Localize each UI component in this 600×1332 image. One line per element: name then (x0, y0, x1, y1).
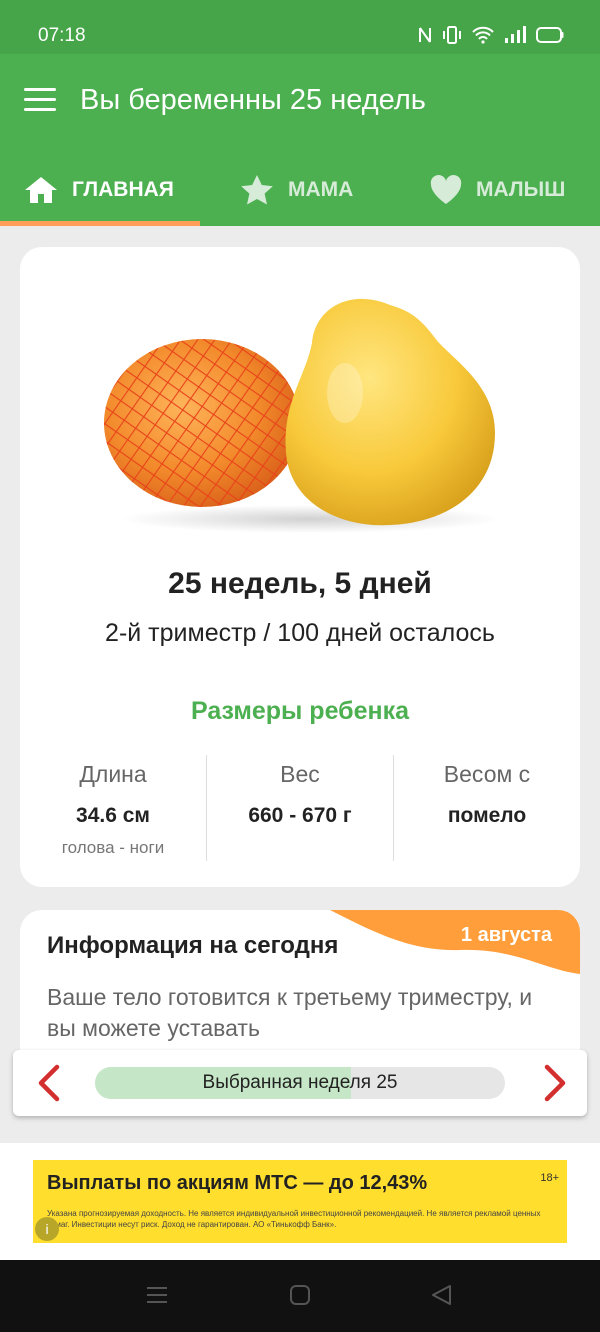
heart-icon (430, 175, 462, 205)
length-stat: Длина 34.6 см голова - ноги (20, 755, 206, 861)
daily-info-card[interactable]: 1 августа Информация на сегодня Ваше тел… (20, 910, 580, 1050)
battery-icon (536, 26, 564, 49)
baby-size-stats: Длина 34.6 см голова - ноги Вес 660 - 67… (20, 755, 580, 861)
tab-mom[interactable]: МАМА (240, 154, 353, 226)
baby-sizes-title: Размеры ребенка (190, 697, 410, 725)
pomelo-image (100, 283, 520, 533)
tab-bar: ГЛАВНАЯ МАМА МАЛЫШ (0, 154, 600, 226)
star-icon (240, 174, 274, 206)
length-note: голова - ноги (61, 838, 165, 857)
ad-banner[interactable]: Выплаты по акциям МТС — до 12,43% 18+ Ук… (33, 1160, 567, 1243)
home-icon (24, 175, 58, 205)
recent-apps-icon[interactable] (146, 1284, 168, 1311)
tab-baby[interactable]: МАЛЫШ (430, 154, 565, 226)
status-time: 07:18 (38, 25, 86, 46)
date-label: 1 августа (460, 924, 552, 946)
ad-headline: Выплаты по акциям МТС — до 12,43% (47, 1172, 428, 1194)
page-title: Вы беременны 25 недель (80, 84, 426, 116)
weight-label: Вес (280, 761, 320, 787)
ad-fine-print: Указана прогнозируемая доходность. Не яв… (47, 1209, 541, 1229)
ad-banner-area: Выплаты по акциям МТС — до 12,43% 18+ Ук… (0, 1143, 600, 1260)
tab-label: ГЛАВНАЯ (72, 178, 174, 201)
weight-value: 660 - 670 г (248, 804, 352, 827)
tab-label: МАЛЫШ (476, 178, 566, 201)
status-bar: 07:18 (0, 0, 600, 54)
weight-stat: Вес 660 - 670 г (207, 755, 393, 861)
menu-icon[interactable] (24, 88, 56, 112)
info-text: Ваше тело готовится к третьему триместру… (47, 984, 533, 1041)
week-selector: Выбранная неделя 25 (13, 1050, 587, 1116)
selected-week-label: Выбранная неделя 25 (202, 1072, 398, 1093)
home-button-icon[interactable] (289, 1284, 311, 1311)
signal-icon (504, 26, 526, 49)
size-compare-value: помело (447, 804, 527, 827)
info-heading: Информация на сегодня (47, 932, 339, 959)
length-label: Длина (79, 761, 147, 787)
tab-label: МАМА (288, 178, 354, 201)
size-compare-stat: Весом с помело (394, 755, 580, 861)
tab-home[interactable]: ГЛАВНАЯ (24, 154, 174, 226)
pregnancy-duration: 25 недель, 5 дней (168, 567, 432, 600)
vibrate-icon (442, 26, 462, 49)
ad-age-rating: 18+ (540, 1172, 559, 1184)
tab-indicator (0, 221, 200, 226)
pregnancy-summary-card: 25 недель, 5 дней 2-й триместр / 100 дне… (20, 247, 580, 887)
wifi-icon (472, 26, 494, 49)
next-week-button[interactable] (533, 1063, 573, 1103)
back-icon[interactable] (430, 1284, 452, 1311)
status-icons (418, 26, 564, 49)
nfc-icon (418, 26, 432, 49)
ad-info-icon[interactable]: i (35, 1217, 59, 1241)
previous-week-button[interactable] (31, 1063, 71, 1103)
size-compare-label: Весом с (443, 761, 531, 787)
week-progress-bar[interactable]: Выбранная неделя 25 (95, 1067, 505, 1099)
length-value: 34.6 см (76, 804, 150, 827)
app-bar: Вы беременны 25 недель ГЛАВНАЯ МАМА МАЛЫ… (0, 54, 600, 226)
trimester-info: 2-й триместр / 100 дней осталось (105, 619, 495, 647)
system-navigation-bar (0, 1260, 600, 1332)
